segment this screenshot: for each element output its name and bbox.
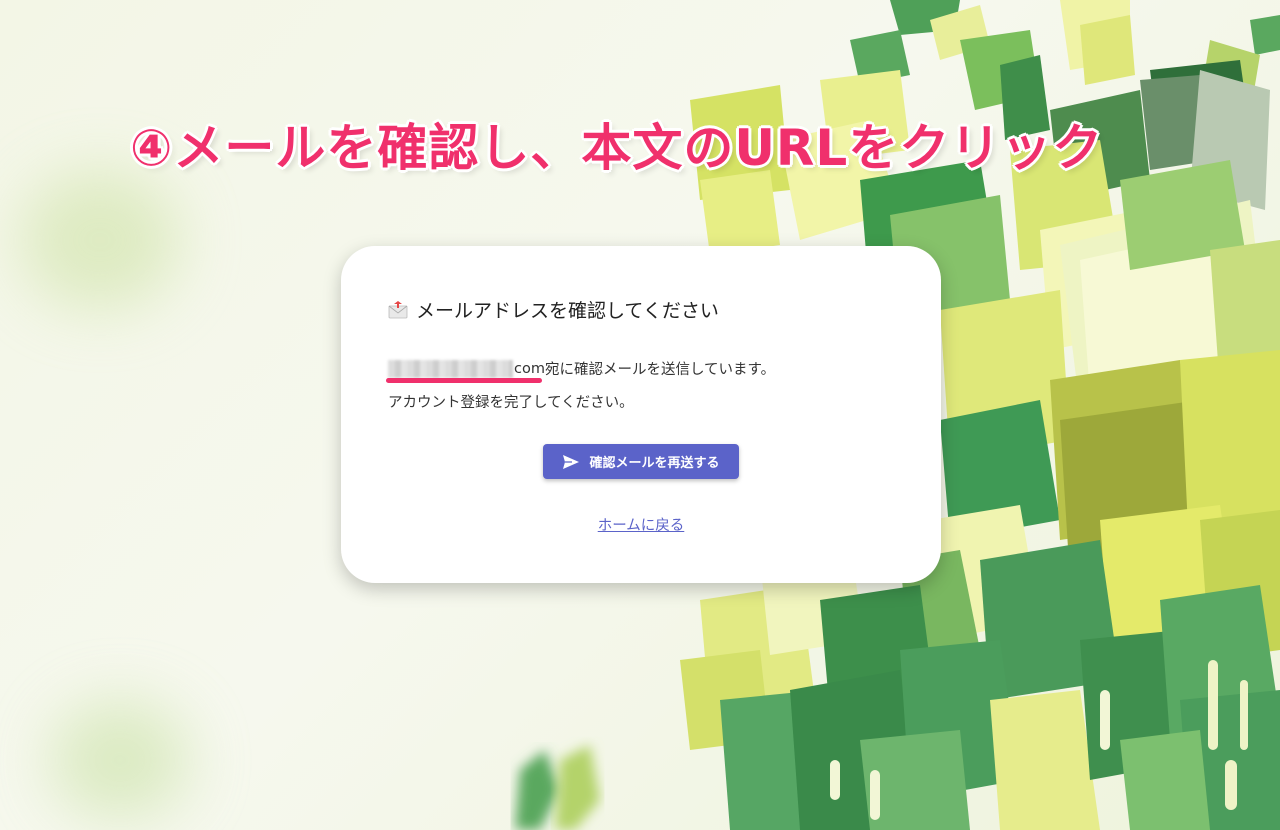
send-icon bbox=[562, 454, 580, 470]
message-line-1: com 宛に確認メールを送信しています。 bbox=[388, 358, 775, 379]
resend-confirmation-button[interactable]: 確認メールを再送する bbox=[543, 444, 739, 479]
message-line-2: アカウント登録を完了してください。 bbox=[388, 395, 634, 411]
verify-email-card: メールアドレスを確認してください com 宛に確認メールを送信しています。 アカ… bbox=[341, 246, 941, 583]
masked-email-address bbox=[388, 359, 513, 378]
card-title: メールアドレスを確認してください bbox=[388, 296, 719, 323]
back-to-home-link[interactable]: ホームに戻る bbox=[341, 514, 941, 535]
background-blur-blob bbox=[50, 700, 190, 820]
email-suffix: com bbox=[514, 360, 545, 377]
background-blur-blob bbox=[20, 170, 180, 310]
envelope-icon bbox=[388, 300, 408, 320]
resend-button-label: 確認メールを再送する bbox=[589, 456, 720, 471]
message-line-1-text: 宛に確認メールを送信しています。 bbox=[544, 362, 776, 378]
card-title-text: メールアドレスを確認してください bbox=[416, 300, 719, 322]
email-highlight-underline bbox=[386, 378, 542, 383]
instruction-caption: ④メールを確認し、本文のURLをクリック bbox=[130, 119, 1104, 177]
